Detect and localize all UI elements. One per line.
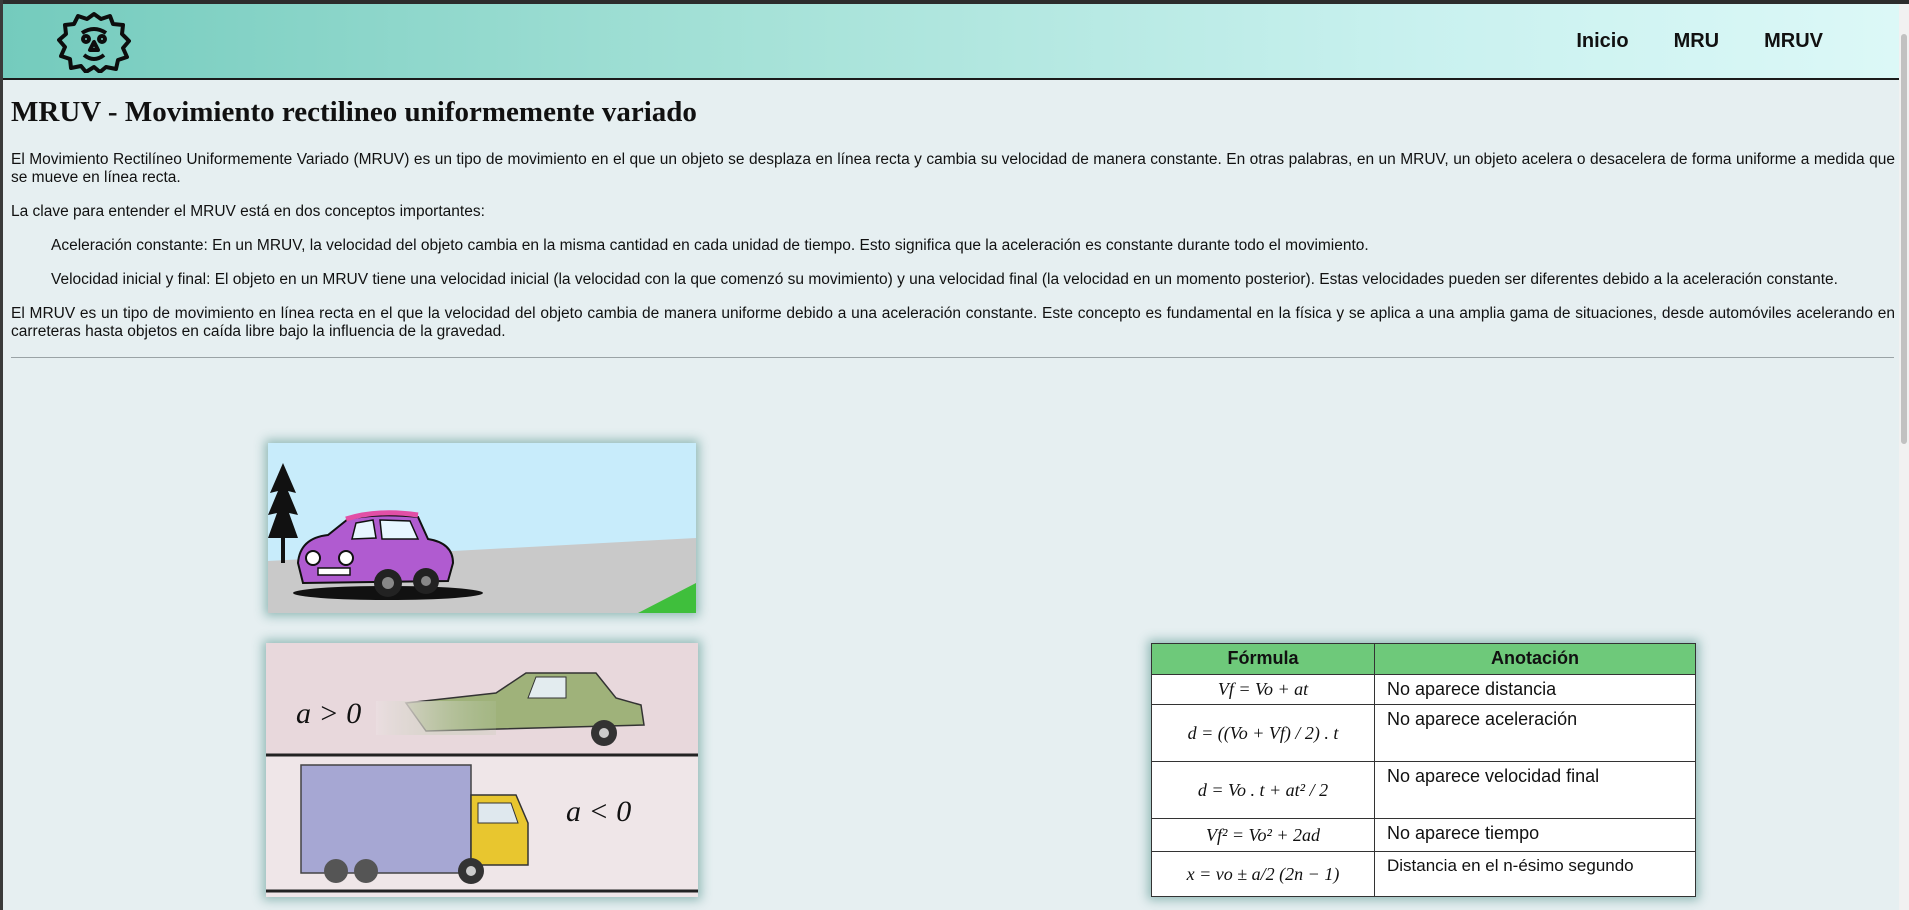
annotation-cell: No aparece velocidad final xyxy=(1374,761,1696,820)
page-title: MRUV - Movimiento rectilineo uniformemen… xyxy=(11,96,697,128)
negative-acceleration-label: a < 0 xyxy=(566,795,631,828)
summary-paragraph: El MRUV es un tipo de movimiento en líne… xyxy=(11,305,1895,341)
annotation-cell: No aparece tiempo xyxy=(1374,818,1696,853)
concepts-intro: La clave para entender el MRUV está en d… xyxy=(11,203,485,221)
annotation-cell: No aparece distancia xyxy=(1374,673,1696,706)
scrollbar-thumb[interactable] xyxy=(1901,34,1907,444)
formula-cell: d = Vo . t + at² / 2 xyxy=(1151,761,1375,820)
site-header: Inicio MRU MRUV xyxy=(3,4,1899,80)
annotation-column-header: Anotación xyxy=(1374,643,1696,675)
intro-paragraph: El Movimiento Rectilíneo Uniformemente V… xyxy=(11,151,1895,187)
concept-constant-acceleration: Aceleración constante: En un MRUV, la ve… xyxy=(51,237,1369,255)
positive-acceleration-label: a > 0 xyxy=(296,697,361,730)
nav-inicio[interactable]: Inicio xyxy=(1576,30,1628,53)
formula-cell: d = ((Vo + Vf) / 2) . t xyxy=(1151,704,1375,763)
annotation-cell: No aparece aceleración xyxy=(1374,704,1696,763)
page-scrollbar[interactable] xyxy=(1899,4,1909,910)
formula-cell: x = vo ± a/2 (2n − 1) xyxy=(1151,851,1375,897)
formula-table: Fórmula Anotación Vf = Vo + at No aparec… xyxy=(1151,643,1696,897)
nav-mruv[interactable]: MRUV xyxy=(1764,30,1823,53)
main-nav: Inicio MRU MRUV xyxy=(1576,30,1823,53)
formula-cell: Vf = Vo + at xyxy=(1151,673,1375,706)
formula-cell: Vf² = Vo² + 2ad xyxy=(1151,818,1375,853)
annotation-cell: Distancia en el n-ésimo segundo xyxy=(1374,851,1696,897)
formula-column-header: Fórmula xyxy=(1151,643,1375,675)
acceleration-vehicles-image: a > 0 a < 0 xyxy=(266,643,698,897)
main-content: MRUV - Movimiento rectilineo uniformemen… xyxy=(11,80,1895,359)
car-cartoon-image xyxy=(268,443,696,613)
window-left-edge xyxy=(0,0,3,910)
nav-mru[interactable]: MRU xyxy=(1674,30,1720,53)
concept-initial-final-velocity: Velocidad inicial y final: El objeto en … xyxy=(51,271,1838,289)
lion-head-icon[interactable] xyxy=(57,11,131,73)
section-divider xyxy=(11,357,1894,359)
